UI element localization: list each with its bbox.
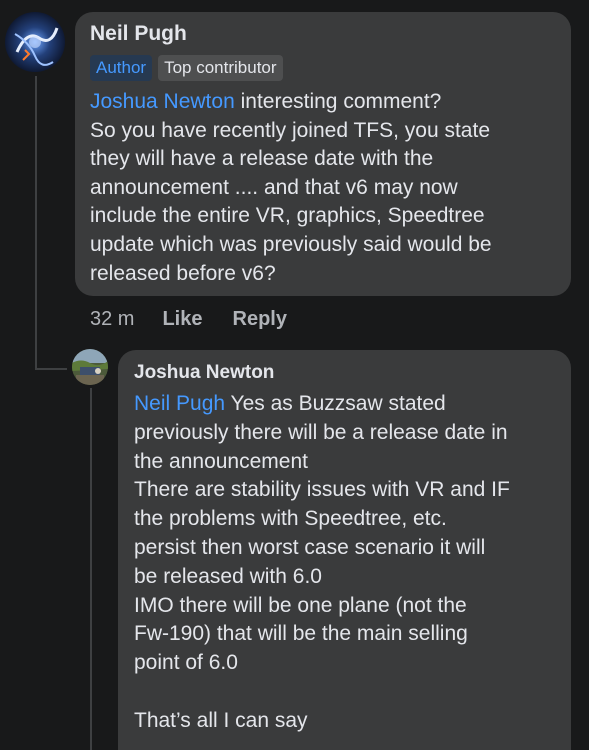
comment-bubble: Neil Pugh Author Top contributor Joshua … bbox=[75, 12, 571, 296]
author-badge: Author bbox=[90, 55, 153, 81]
reply-bubble: Joshua Newton Neil Pugh Yes as Buzzsaw s… bbox=[118, 350, 571, 750]
comment-thread: Neil Pugh Author Top contributor Joshua … bbox=[0, 0, 589, 750]
comment-timestamp[interactable]: 32 m bbox=[90, 308, 134, 331]
thread-line-vertical bbox=[35, 76, 37, 370]
thread-line-branch bbox=[35, 368, 67, 370]
comment-text: interesting comment? So you have recentl… bbox=[90, 90, 492, 285]
reply-body: Neil Pugh Yes as Buzzsaw stated previous… bbox=[134, 390, 564, 736]
avatar-image bbox=[5, 12, 65, 72]
comment-body: Joshua Newton interesting comment? So yo… bbox=[90, 88, 560, 288]
top-contributor-badge: Top contributor bbox=[158, 55, 283, 81]
reply-text: Yes as Buzzsaw stated previously there w… bbox=[134, 392, 510, 732]
author-badges: Author Top contributor bbox=[90, 55, 283, 81]
reply-author-name[interactable]: Joshua Newton bbox=[134, 362, 274, 384]
avatar-neil-pugh[interactable] bbox=[5, 12, 65, 72]
mention-neil-pugh[interactable]: Neil Pugh bbox=[134, 392, 225, 415]
comment-author-name[interactable]: Neil Pugh bbox=[90, 22, 187, 46]
reply-button[interactable]: Reply bbox=[233, 308, 287, 331]
comment-meta: 32 m Like Reply bbox=[90, 308, 317, 331]
like-button[interactable]: Like bbox=[162, 308, 202, 331]
mention-joshua-newton[interactable]: Joshua Newton bbox=[90, 90, 235, 113]
thread-line-reply bbox=[90, 388, 92, 750]
avatar-joshua-newton[interactable] bbox=[72, 349, 108, 385]
avatar-image bbox=[72, 349, 108, 385]
